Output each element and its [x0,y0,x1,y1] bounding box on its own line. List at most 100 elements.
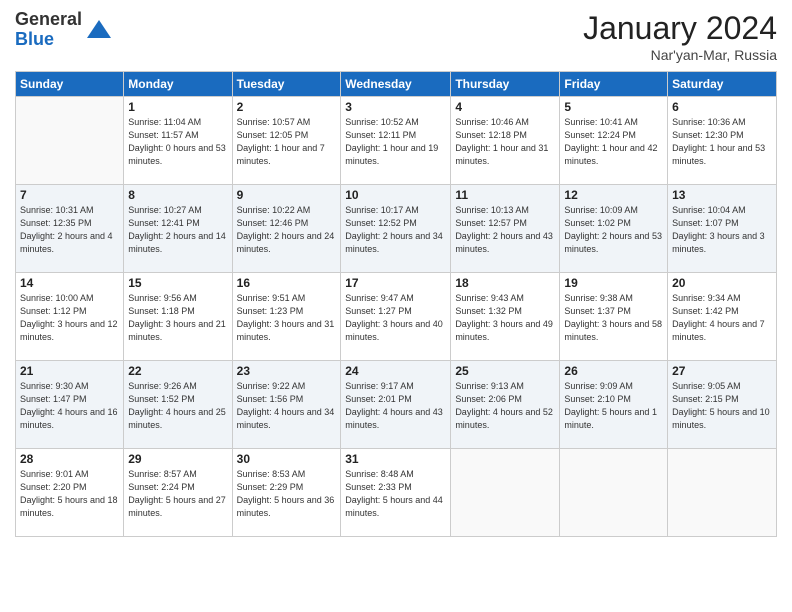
day-number: 4 [455,100,555,114]
day-info: Sunrise: 10:09 AM Sunset: 1:02 PM Daylig… [564,204,663,256]
col-sunday: Sunday [16,72,124,97]
day-number: 20 [672,276,772,290]
calendar-cell: 21 Sunrise: 9:30 AM Sunset: 1:47 PM Dayli… [16,361,124,449]
col-tuesday: Tuesday [232,72,341,97]
day-number: 31 [345,452,446,466]
calendar-cell: 4Sunrise: 10:46 AM Sunset: 12:18 PM Dayl… [451,97,560,185]
calendar-cell: 7 Sunrise: 10:31 AM Sunset: 12:35 PM Dayl… [16,185,124,273]
day-number: 15 [128,276,227,290]
day-number: 14 [20,276,119,290]
location: Nar'yan-Mar, Russia [583,47,777,63]
day-info: Sunrise: 9:47 AM Sunset: 1:27 PM Dayligh… [345,292,446,344]
day-number: 3 [345,100,446,114]
day-number: 10 [345,188,446,202]
day-number: 24 [345,364,446,378]
calendar-cell: 1Sunrise: 11:04 AM Sunset: 11:57 AM Dayl… [124,97,232,185]
day-info: Sunrise: 9:43 AM Sunset: 1:32 PM Dayligh… [455,292,555,344]
calendar-cell: 27 Sunrise: 9:05 AM Sunset: 2:15 PM Dayli… [668,361,777,449]
day-number: 18 [455,276,555,290]
col-thursday: Thursday [451,72,560,97]
day-info: Sunrise: 9:13 AM Sunset: 2:06 PM Dayligh… [455,380,555,432]
day-info: Sunrise: 10:57 AM Sunset: 12:05 PM Dayli… [237,116,337,168]
day-number: 22 [128,364,227,378]
day-info: Sunrise: 10:13 AM Sunset: 12:57 PM Dayli… [455,204,555,256]
day-number: 21 [20,364,119,378]
calendar-cell: 17 Sunrise: 9:47 AM Sunset: 1:27 PM Dayli… [341,273,451,361]
logo-text: General Blue [15,10,82,50]
day-info: Sunrise: 11:04 AM Sunset: 11:57 AM Dayli… [128,116,227,168]
day-number: 16 [237,276,337,290]
calendar-week-1: 1Sunrise: 11:04 AM Sunset: 11:57 AM Dayl… [16,97,777,185]
calendar-cell: 10Sunrise: 10:17 AM Sunset: 12:52 PM Day… [341,185,451,273]
day-info: Sunrise: 10:27 AM Sunset: 12:41 PM Dayli… [128,204,227,256]
day-number: 28 [20,452,119,466]
day-info: Sunrise: 10:22 AM Sunset: 12:46 PM Dayli… [237,204,337,256]
logo-general: General [15,10,82,30]
calendar-cell: 24 Sunrise: 9:17 AM Sunset: 2:01 PM Dayli… [341,361,451,449]
day-number: 25 [455,364,555,378]
calendar-cell [668,449,777,537]
calendar-cell: 26 Sunrise: 9:09 AM Sunset: 2:10 PM Dayli… [560,361,668,449]
calendar-cell: 28 Sunrise: 9:01 AM Sunset: 2:20 PM Dayli… [16,449,124,537]
logo: General Blue [15,10,113,50]
day-info: Sunrise: 8:48 AM Sunset: 2:33 PM Dayligh… [345,468,446,520]
day-number: 13 [672,188,772,202]
calendar-cell: 9 Sunrise: 10:22 AM Sunset: 12:46 PM Dayl… [232,185,341,273]
calendar-cell: 3 Sunrise: 10:52 AM Sunset: 12:11 PM Dayl… [341,97,451,185]
day-info: Sunrise: 9:51 AM Sunset: 1:23 PM Dayligh… [237,292,337,344]
day-info: Sunrise: 9:30 AM Sunset: 1:47 PM Dayligh… [20,380,119,432]
calendar-cell: 15Sunrise: 9:56 AM Sunset: 1:18 PM Dayli… [124,273,232,361]
calendar-cell: 6Sunrise: 10:36 AM Sunset: 12:30 PM Dayl… [668,97,777,185]
day-info: Sunrise: 9:01 AM Sunset: 2:20 PM Dayligh… [20,468,119,520]
header-row: Sunday Monday Tuesday Wednesday Thursday… [16,72,777,97]
day-info: Sunrise: 10:04 AM Sunset: 1:07 PM Daylig… [672,204,772,256]
calendar-cell: 23 Sunrise: 9:22 AM Sunset: 1:56 PM Dayli… [232,361,341,449]
page-container: General Blue January 2024 Nar'yan-Mar, R… [0,0,792,542]
day-info: Sunrise: 9:17 AM Sunset: 2:01 PM Dayligh… [345,380,446,432]
day-number: 9 [237,188,337,202]
calendar-week-4: 21 Sunrise: 9:30 AM Sunset: 1:47 PM Dayli… [16,361,777,449]
calendar-cell: 19Sunrise: 9:38 AM Sunset: 1:37 PM Dayli… [560,273,668,361]
day-info: Sunrise: 9:34 AM Sunset: 1:42 PM Dayligh… [672,292,772,344]
calendar-cell: 16 Sunrise: 9:51 AM Sunset: 1:23 PM Dayli… [232,273,341,361]
col-saturday: Saturday [668,72,777,97]
day-info: Sunrise: 8:53 AM Sunset: 2:29 PM Dayligh… [237,468,337,520]
day-number: 26 [564,364,663,378]
day-number: 2 [237,100,337,114]
calendar-week-3: 14Sunrise: 10:00 AM Sunset: 1:12 PM Dayl… [16,273,777,361]
day-info: Sunrise: 9:05 AM Sunset: 2:15 PM Dayligh… [672,380,772,432]
day-info: Sunrise: 8:57 AM Sunset: 2:24 PM Dayligh… [128,468,227,520]
day-number: 5 [564,100,663,114]
day-info: Sunrise: 10:52 AM Sunset: 12:11 PM Dayli… [345,116,446,168]
day-number: 30 [237,452,337,466]
calendar-cell: 25 Sunrise: 9:13 AM Sunset: 2:06 PM Dayli… [451,361,560,449]
day-number: 17 [345,276,446,290]
calendar-cell: 13 Sunrise: 10:04 AM Sunset: 1:07 PM Dayl… [668,185,777,273]
day-number: 6 [672,100,772,114]
calendar-cell: 11 Sunrise: 10:13 AM Sunset: 12:57 PM Day… [451,185,560,273]
calendar-table: Sunday Monday Tuesday Wednesday Thursday… [15,71,777,537]
day-number: 11 [455,188,555,202]
day-info: Sunrise: 10:31 AM Sunset: 12:35 PM Dayli… [20,204,119,256]
day-info: Sunrise: 9:26 AM Sunset: 1:52 PM Dayligh… [128,380,227,432]
calendar-cell [560,449,668,537]
logo-icon [85,16,113,44]
calendar-cell: 12Sunrise: 10:09 AM Sunset: 1:02 PM Dayl… [560,185,668,273]
day-number: 27 [672,364,772,378]
calendar-cell: 20 Sunrise: 9:34 AM Sunset: 1:42 PM Dayli… [668,273,777,361]
title-block: January 2024 Nar'yan-Mar, Russia [583,10,777,63]
calendar-cell: 5 Sunrise: 10:41 AM Sunset: 12:24 PM Dayl… [560,97,668,185]
calendar-week-2: 7 Sunrise: 10:31 AM Sunset: 12:35 PM Dayl… [16,185,777,273]
day-number: 29 [128,452,227,466]
header: General Blue January 2024 Nar'yan-Mar, R… [15,10,777,63]
day-info: Sunrise: 9:09 AM Sunset: 2:10 PM Dayligh… [564,380,663,432]
day-info: Sunrise: 10:41 AM Sunset: 12:24 PM Dayli… [564,116,663,168]
day-number: 7 [20,188,119,202]
calendar-week-5: 28 Sunrise: 9:01 AM Sunset: 2:20 PM Dayli… [16,449,777,537]
day-info: Sunrise: 9:22 AM Sunset: 1:56 PM Dayligh… [237,380,337,432]
month-title: January 2024 [583,10,777,47]
calendar-cell [16,97,124,185]
calendar-cell: 31 Sunrise: 8:48 AM Sunset: 2:33 PM Dayli… [341,449,451,537]
day-number: 23 [237,364,337,378]
calendar-cell: 8Sunrise: 10:27 AM Sunset: 12:41 PM Dayl… [124,185,232,273]
